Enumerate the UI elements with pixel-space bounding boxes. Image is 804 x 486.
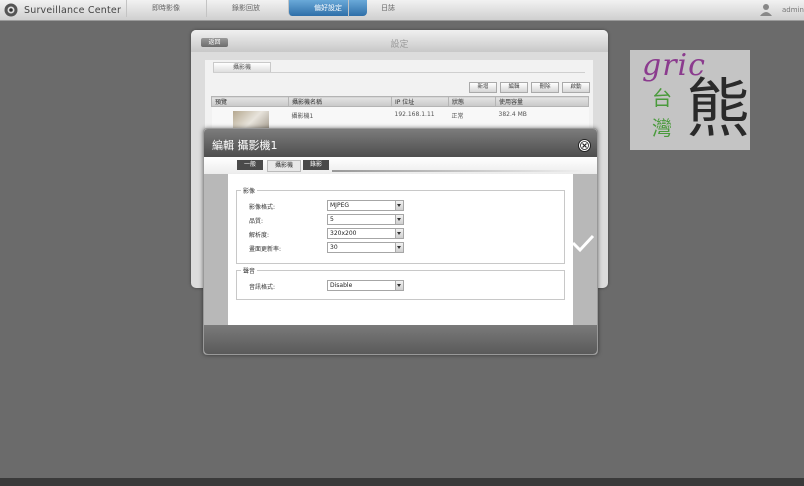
resolution-value: 320x200 bbox=[330, 230, 357, 237]
dialog-tab-divider bbox=[332, 170, 582, 172]
frame-rate-select[interactable]: 30 bbox=[327, 242, 404, 253]
quality-value: 5 bbox=[330, 216, 334, 223]
close-icon bbox=[580, 141, 589, 150]
tab-recording[interactable]: 錄影 bbox=[303, 160, 329, 170]
frame-rate-row: 畫面更新率: 30 bbox=[249, 242, 549, 253]
audio-group-label: 聲音 bbox=[241, 266, 258, 275]
camera-action-buttons: 新增 編輯 刪除 啟動 bbox=[466, 82, 590, 93]
close-button[interactable] bbox=[578, 139, 591, 152]
audio-format-row: 音訊格式: Disable bbox=[249, 280, 549, 291]
quality-row: 品質: 5 bbox=[249, 214, 549, 225]
enable-camera-button[interactable]: 啟動 bbox=[562, 82, 590, 93]
tab-camera-list[interactable]: 攝影機 bbox=[213, 62, 271, 72]
camera-logo-icon bbox=[4, 3, 18, 17]
app-title: Surveillance Center bbox=[24, 5, 122, 16]
col-status[interactable]: 狀態 bbox=[448, 96, 496, 107]
tab-general[interactable]: 一般 bbox=[237, 160, 263, 170]
resolution-label: 解析度: bbox=[249, 232, 270, 239]
video-format-label: 影像格式: bbox=[249, 204, 276, 211]
confirm-check-icon[interactable] bbox=[571, 233, 595, 253]
chevron-down-icon bbox=[395, 201, 403, 210]
watermark-cjk-2: 灣 bbox=[652, 116, 672, 140]
tab-divider bbox=[213, 72, 585, 73]
watermark-cjk-big: 熊 bbox=[686, 73, 750, 147]
frame-rate-label: 畫面更新率: bbox=[249, 246, 282, 253]
user-name: admin bbox=[782, 6, 804, 14]
chevron-down-icon bbox=[395, 229, 403, 238]
settings-title: 設定 bbox=[390, 40, 409, 50]
col-preview[interactable]: 預覽 bbox=[211, 96, 289, 107]
col-ip-address[interactable]: IP 位址 bbox=[391, 96, 449, 107]
settings-header: 返回 設定 bbox=[191, 30, 608, 52]
watermark-cjk-1: 台 bbox=[652, 86, 672, 110]
resolution-row: 解析度: 320x200 bbox=[249, 228, 549, 239]
dialog-body: 影像 影像格式: MJPEG 品質: 5 解析度: 320x200 畫面更新率:… bbox=[228, 174, 573, 325]
tab-camera[interactable]: 攝影機 bbox=[267, 160, 301, 172]
user-icon bbox=[760, 4, 772, 16]
frame-rate-value: 30 bbox=[330, 244, 338, 251]
dialog-title: 編輯 攝影機1 bbox=[212, 139, 278, 152]
resolution-select[interactable]: 320x200 bbox=[327, 228, 404, 239]
tab-playback[interactable]: 錄影回放 bbox=[206, 0, 285, 17]
video-group-label: 影像 bbox=[241, 186, 258, 195]
dialog-footer bbox=[204, 325, 597, 354]
quality-select[interactable]: 5 bbox=[327, 214, 404, 225]
video-format-value: MJPEG bbox=[330, 202, 350, 209]
audio-format-value: Disable bbox=[330, 282, 353, 289]
audio-settings-group: 聲音 音訊格式: Disable bbox=[236, 266, 565, 300]
edit-camera-dialog: 編輯 攝影機1 一般 攝影機 錄影 影像 影像格式: MJPEG 品質: 5 解… bbox=[203, 128, 598, 355]
chevron-down-icon bbox=[395, 281, 403, 290]
table-header-row: 預覽 攝影機名稱 IP 位址 狀態 使用容量 bbox=[211, 96, 589, 107]
video-settings-group: 影像 影像格式: MJPEG 品質: 5 解析度: 320x200 畫面更新率:… bbox=[236, 186, 565, 264]
dialog-header: 編輯 攝影機1 bbox=[204, 129, 597, 157]
tab-logs[interactable]: 日誌 bbox=[348, 0, 427, 17]
delete-camera-button[interactable]: 刪除 bbox=[531, 82, 559, 93]
tab-live-view[interactable]: 即時影像 bbox=[126, 0, 205, 17]
audio-format-label: 音訊格式: bbox=[249, 284, 276, 291]
bottom-strip bbox=[0, 478, 804, 486]
top-bar: Surveillance Center 即時影像 錄影回放 偏好設定 日誌 ad… bbox=[0, 0, 804, 21]
add-camera-button[interactable]: 新增 bbox=[469, 82, 497, 93]
audio-format-select[interactable]: Disable bbox=[327, 280, 404, 291]
chevron-down-icon bbox=[395, 215, 403, 224]
col-usage[interactable]: 使用容量 bbox=[495, 96, 589, 107]
col-camera-name[interactable]: 攝影機名稱 bbox=[288, 96, 392, 107]
video-format-row: 影像格式: MJPEG bbox=[249, 200, 549, 211]
video-format-select[interactable]: MJPEG bbox=[327, 200, 404, 211]
quality-label: 品質: bbox=[249, 218, 264, 225]
watermark-logo: gric 台 灣 熊 bbox=[630, 48, 750, 150]
chevron-down-icon bbox=[395, 243, 403, 252]
edit-camera-button[interactable]: 編輯 bbox=[500, 82, 528, 93]
app-logo: Surveillance Center bbox=[0, 0, 140, 20]
